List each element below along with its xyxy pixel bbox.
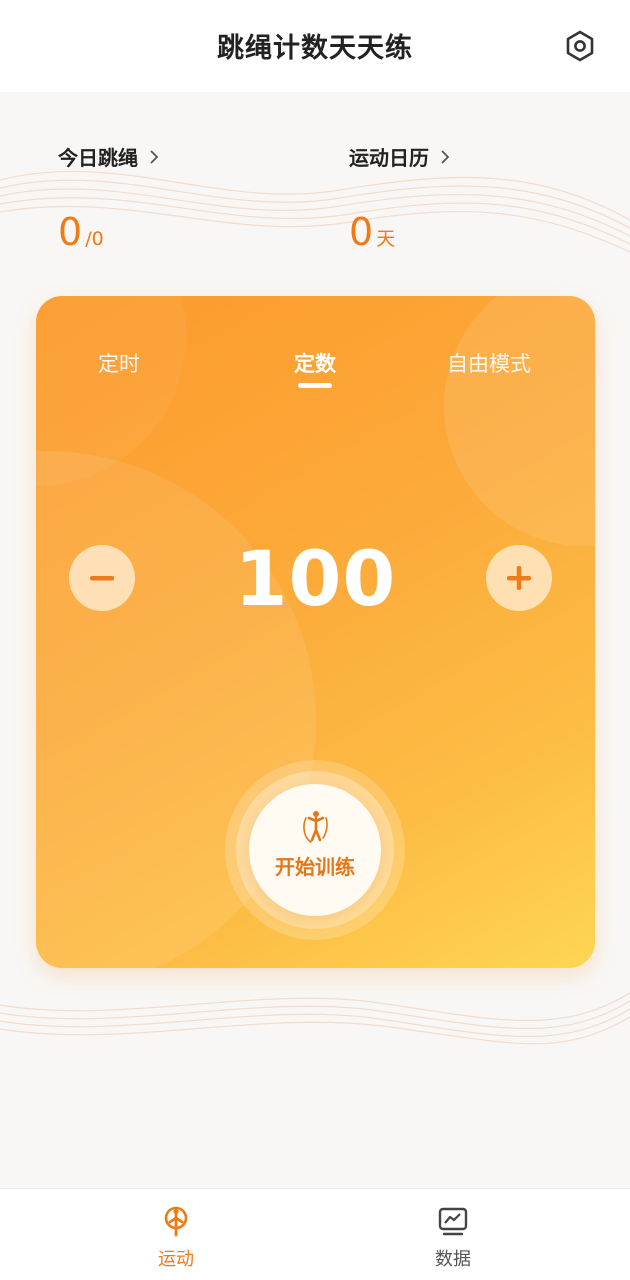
chevron-right-icon: [150, 149, 159, 164]
tab-count[interactable]: 定数: [294, 348, 336, 378]
active-tab-indicator: [298, 383, 332, 388]
running-person-icon: [164, 1206, 188, 1237]
header-bar: 跳绳计数天天练: [0, 0, 630, 92]
tab-data-label: 数据: [435, 1249, 471, 1270]
today-jump-label: 今日跳绳: [58, 146, 138, 170]
chevron-right-icon: [441, 149, 450, 164]
tab-timed[interactable]: 定时: [98, 348, 140, 378]
today-jump-value-row: 0/0: [58, 210, 104, 254]
exercise-calendar-stat: 运动日历 0天: [349, 142, 451, 254]
exercise-days-unit: 天: [376, 228, 396, 250]
bottom-tab-bar: 运动 数据: [0, 1188, 630, 1280]
start-training-label: 开始训练: [275, 855, 355, 879]
today-jump-goal: /0: [85, 228, 104, 250]
jump-rope-person-icon: [303, 811, 328, 843]
today-jump-link[interactable]: 今日跳绳: [58, 142, 160, 171]
exercise-calendar-link[interactable]: 运动日历: [349, 142, 451, 171]
chart-monitor-icon: [438, 1207, 468, 1236]
exercise-calendar-label: 运动日历: [349, 146, 429, 170]
training-card: 定时 定数 自由模式 100 开始训练: [36, 296, 595, 968]
exercise-calendar-value-row: 0天: [349, 210, 395, 254]
tab-exercise[interactable]: 运动: [116, 1189, 236, 1280]
settings-icon[interactable]: [563, 29, 597, 63]
increase-button[interactable]: [486, 545, 552, 611]
page-title: 跳绳计数天天练: [217, 33, 413, 64]
today-jump-count: 0: [58, 210, 83, 254]
tab-data[interactable]: 数据: [393, 1189, 513, 1280]
today-jump-stat: 今日跳绳 0/0: [58, 142, 160, 254]
tab-free-mode[interactable]: 自由模式: [447, 348, 531, 378]
start-training-button[interactable]: 开始训练: [249, 784, 381, 916]
plus-icon: [507, 566, 531, 590]
exercise-days-count: 0: [349, 210, 374, 254]
decorative-circle: [36, 296, 186, 486]
decorative-circle: [444, 296, 595, 546]
tab-exercise-label: 运动: [158, 1249, 194, 1270]
decorative-waves-bottom: [0, 992, 630, 1045]
